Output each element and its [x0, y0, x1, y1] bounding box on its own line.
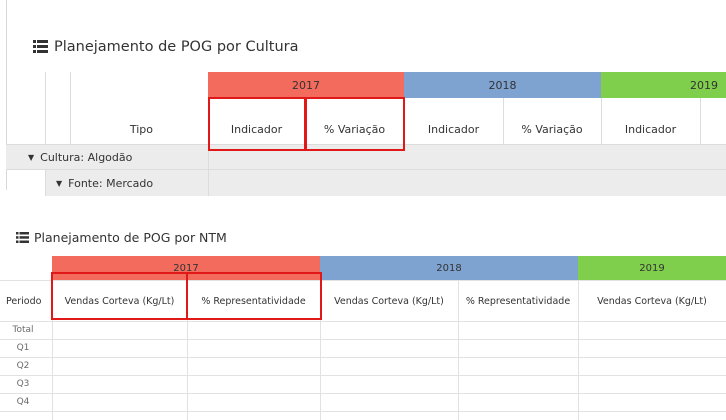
tree-row-cultura[interactable]: ▼ Cultura: Algodão: [28, 145, 132, 169]
grid-line: [0, 375, 726, 376]
grid-line: [45, 170, 46, 196]
column-header-vendas-2019[interactable]: Vendas Corteva (Kg/Lt): [578, 281, 726, 321]
column-header-indicador-2019[interactable]: Indicador: [601, 114, 700, 144]
highlight-box-representatividade: [186, 272, 322, 320]
list-icon: [33, 38, 48, 57]
column-header-indicador-2018[interactable]: Indicador: [404, 114, 503, 144]
grid-line: [0, 393, 726, 394]
year-header-2018: 2018: [404, 72, 601, 98]
panel-cultura: Planejamento de POG por Cultura 2017 201…: [0, 0, 726, 196]
year-header-2017: 2017: [208, 72, 404, 98]
header-blank: [0, 256, 52, 280]
grid-line: [0, 357, 726, 358]
year-header-2019: 2019: [578, 256, 726, 280]
panel-title-row: Planejamento de POG por NTM: [16, 228, 227, 246]
tree-row-fonte[interactable]: ▼ Fonte: Mercado: [56, 170, 153, 196]
column-header-variacao-2018[interactable]: % Variação: [503, 114, 601, 144]
highlight-box-indicador: [208, 97, 306, 151]
grid-line: [0, 411, 726, 412]
expand-triangle-icon[interactable]: ▼: [56, 179, 62, 188]
grid-line: [700, 98, 701, 144]
column-header-periodo: Periodo: [6, 295, 42, 307]
grid-line: [208, 145, 209, 196]
row-label-q1: Q1: [16, 343, 30, 353]
page-title: Planejamento de POG por Cultura: [54, 39, 299, 55]
year-header-2018: 2018: [320, 256, 578, 280]
highlight-box-variacao: [305, 97, 405, 151]
page-title: Planejamento de POG por NTM: [34, 229, 227, 245]
row-label: Cultura: Algodão: [40, 150, 133, 164]
column-header-representatividade-2018[interactable]: % Representatividade: [458, 281, 578, 321]
row-label-total: Total: [12, 325, 34, 335]
row-label-q2: Q2: [16, 361, 30, 371]
list-icon: [16, 228, 29, 247]
row-label-q3: Q3: [16, 379, 30, 389]
grid-line: [45, 72, 46, 144]
grid-line: [0, 321, 726, 322]
row-label-q4: Q4: [16, 397, 30, 407]
column-header-vendas-2018[interactable]: Vendas Corteva (Kg/Lt): [320, 281, 458, 321]
panel-title-row: Planejamento de POG por Cultura: [33, 37, 299, 57]
column-header-tipo: Tipo: [129, 122, 153, 136]
expand-triangle-icon[interactable]: ▼: [28, 153, 34, 162]
grid-line: [0, 339, 726, 340]
highlight-box-vendas: [51, 272, 188, 320]
year-header-2019: 2019: [601, 72, 726, 98]
row-label: Fonte: Mercado: [68, 176, 154, 190]
